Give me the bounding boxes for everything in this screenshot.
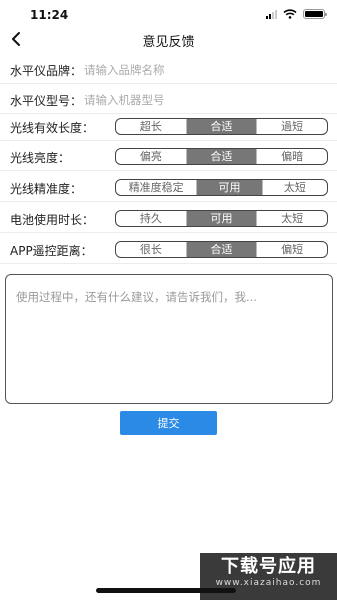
page-title: 意见反馈 [142,35,195,50]
watermark-title: 下载号应用 [221,556,316,577]
option-button[interactable]: 太短 [257,211,327,226]
model-label: 水平仪型号： [10,94,83,108]
status-bar: 11:24 [0,0,337,28]
option-button[interactable]: 持久 [116,211,187,226]
precision-segmented-control: 精准度稳定 可用 太短 [115,179,328,196]
option-button-selected[interactable]: 合适 [186,119,258,134]
model-row: 水平仪型号： [0,86,337,114]
light-length-segmented-control: 超长 合适 過短 [115,118,328,135]
app-range-segmented-control: 很长 合适 偏短 [115,241,328,258]
rating-label: 电池使用时长： [10,213,95,227]
battery-icon [303,9,327,19]
option-button-selected[interactable]: 可用 [186,211,258,226]
option-button-selected[interactable]: 合适 [186,149,258,164]
brand-input[interactable] [84,61,324,79]
option-button[interactable]: 精准度稳定 [116,180,198,195]
option-button[interactable]: 偏亮 [116,149,187,164]
feedback-box [5,274,333,404]
brand-label: 水平仪品牌： [10,64,83,78]
option-button[interactable]: 偏短 [257,242,327,257]
rating-row-light-length: 光线有效长度： 超长 合适 過短 [0,113,337,141]
brand-row: 水平仪品牌： [0,56,337,84]
model-input[interactable] [84,91,324,109]
option-button[interactable]: 超长 [116,119,187,134]
rating-label: 光线亮度： [10,151,71,165]
option-button-selected[interactable]: 合适 [186,242,258,257]
battery-segmented-control: 持久 可用 太短 [115,210,328,227]
feedback-textarea[interactable] [16,289,322,389]
status-time: 11:24 [30,8,69,22]
watermark-url: www.xiazaihao.com [215,578,322,588]
rating-label: 光线有效长度： [10,121,95,135]
rating-row-app-range: APP遥控距离： 很长 合适 偏短 [0,236,337,264]
submit-button[interactable]: 提交 [120,411,217,435]
rating-label: 光线精准度： [10,182,83,196]
option-button[interactable]: 偏暗 [257,149,327,164]
rating-label: APP遥控距离： [10,244,93,258]
rating-row-precision: 光线精准度： 精准度稳定 可用 太短 [0,174,337,202]
option-button-selected[interactable]: 可用 [197,180,263,195]
option-button[interactable]: 很长 [116,242,187,257]
signal-icon [266,9,277,19]
status-icons [266,9,327,19]
home-indicator [96,588,236,593]
option-button[interactable]: 過短 [257,119,327,134]
rating-row-brightness: 光线亮度： 偏亮 合适 偏暗 [0,143,337,171]
wifi-icon [283,9,297,19]
nav-bar: 意见反馈 [0,28,337,52]
brightness-segmented-control: 偏亮 合适 偏暗 [115,148,328,165]
rating-row-battery: 电池使用时长： 持久 可用 太短 [0,205,337,233]
option-button[interactable]: 太短 [263,180,327,195]
